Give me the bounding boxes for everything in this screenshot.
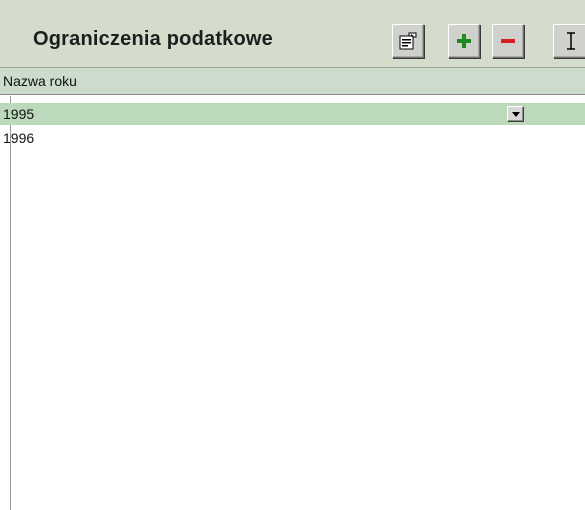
properties-button[interactable] bbox=[392, 24, 424, 58]
tax-limits-window: Ograniczenia podatkowe Nazwa roku 1995 1… bbox=[0, 0, 585, 510]
remove-button[interactable] bbox=[492, 24, 524, 58]
table-row[interactable]: 1995 bbox=[0, 103, 585, 125]
cell-year: 1995 bbox=[3, 106, 35, 122]
remove-icon bbox=[501, 39, 515, 43]
text-cursor-icon bbox=[567, 32, 575, 50]
text-cursor-button[interactable] bbox=[553, 24, 585, 58]
table-row[interactable]: 1996 bbox=[0, 127, 585, 149]
header-bar: Ograniczenia podatkowe bbox=[0, 0, 585, 67]
chevron-down-icon[interactable] bbox=[507, 106, 524, 122]
page-title: Ograniczenia podatkowe bbox=[33, 28, 274, 50]
add-icon bbox=[457, 34, 471, 48]
add-button[interactable] bbox=[448, 24, 480, 58]
column-header-year-name[interactable]: Nazwa roku bbox=[0, 67, 585, 95]
data-grid bbox=[10, 96, 585, 510]
cell-year: 1996 bbox=[3, 130, 35, 146]
properties-icon bbox=[399, 32, 417, 50]
column-header-label: Nazwa roku bbox=[3, 73, 77, 89]
